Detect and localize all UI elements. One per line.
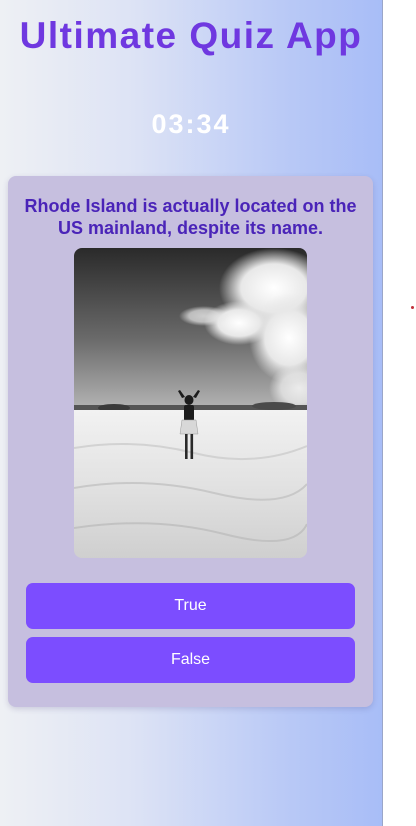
countdown-timer: 03:34: [151, 109, 231, 139]
question-card: Rhode Island is actually located on the …: [8, 176, 373, 707]
question-text: Rhode Island is actually located on the …: [24, 196, 357, 238]
indicator-dot: [411, 306, 414, 309]
question-image: [74, 248, 307, 558]
panel-divider: [382, 0, 383, 826]
true-answer-button[interactable]: True: [26, 583, 355, 629]
false-answer-button[interactable]: False: [26, 637, 355, 683]
app-title: Ultimate Quiz App: [19, 15, 363, 56]
quiz-app-panel: Ultimate Quiz App 03:34 Rhode Island is …: [0, 0, 382, 826]
